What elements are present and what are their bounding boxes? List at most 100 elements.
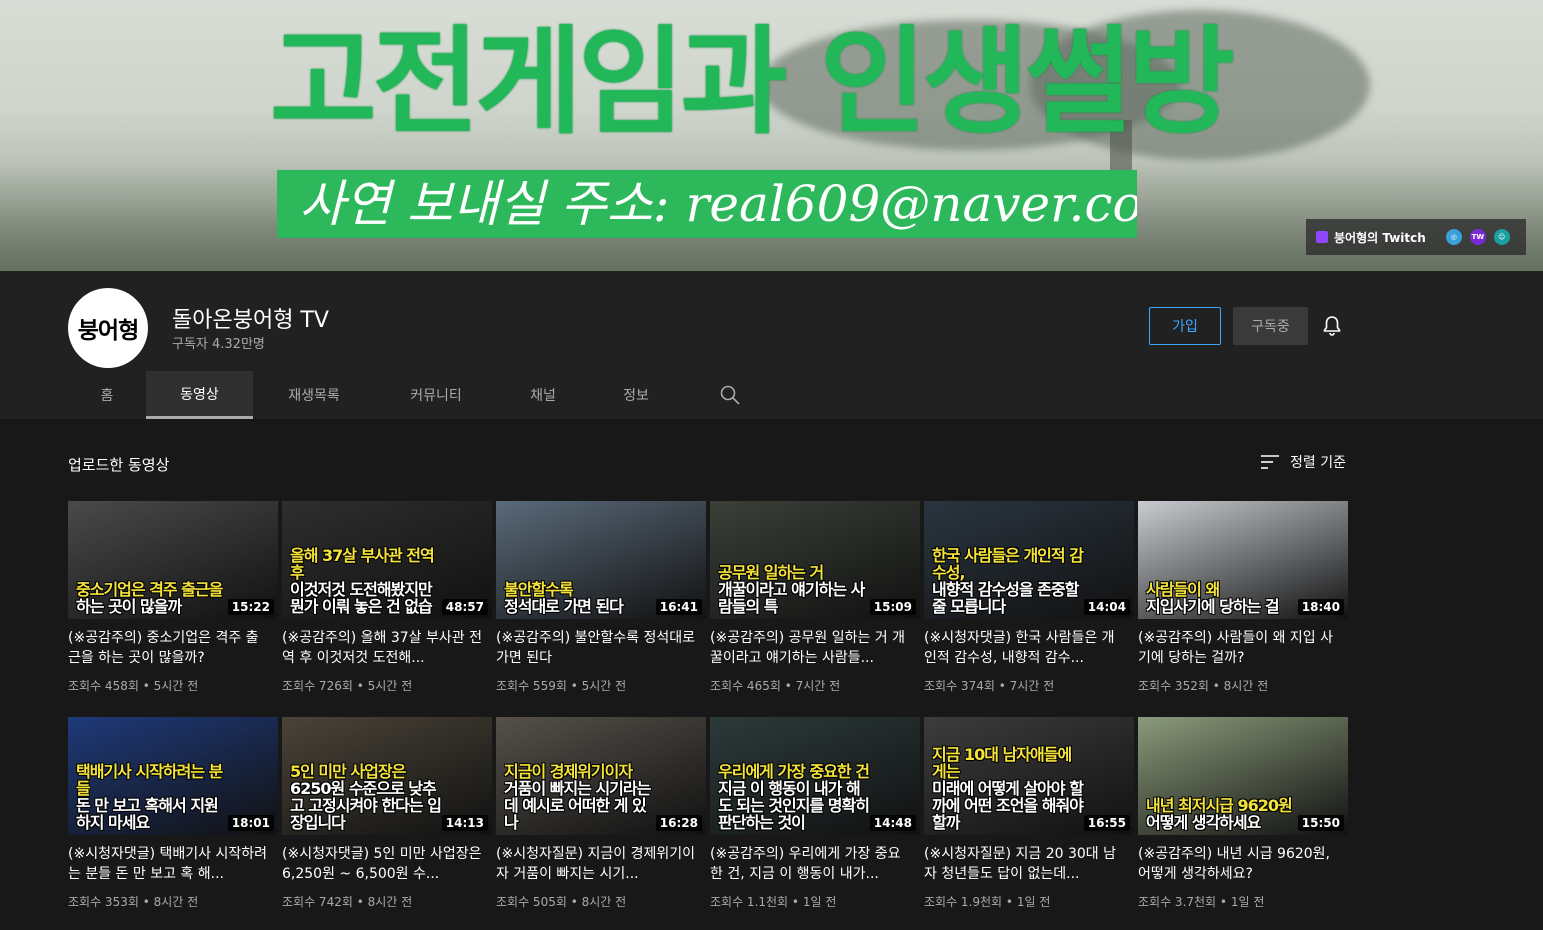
thumbnail-caption: 5인 미만 사업장은 6250원 수준으로 낮추고 고정시켜야 한다는 입장입니다 — [290, 762, 442, 832]
channel-tabs: 홈 동영상 재생목록 커뮤니티 채널 정보 — [68, 371, 740, 419]
video-meta: 조회수 352회 • 8시간 전 — [1138, 679, 1269, 693]
video-thumbnail[interactable]: 지금 10대 남자애들에게는 미래에 어떻게 살아야 할까에 어떤 조언을 해줘야… — [924, 717, 1134, 835]
tab-channels[interactable]: 채널 — [497, 371, 589, 419]
video-card[interactable]: 올해 37살 부사관 전역 후 이것저것 도전해봤지만 뭔가 이뤄 놓은 건 없습… — [282, 501, 492, 717]
video-thumbnail[interactable]: 불안할수록 정석대로 가면 된다 16:41 — [496, 501, 706, 619]
channel-header: 붕어형 돌아온붕어형 TV 구독자 4.32만명 가입 구독중 홈 동영상 재생… — [0, 271, 1543, 419]
channel-name: 돌아온붕어형 TV — [172, 308, 329, 333]
channel-banner: 고전게임과 인생썰방 사연 보내실 주소: real609@naver.com … — [0, 0, 1543, 271]
video-title[interactable]: (※시청자댓글) 한국 사람들은 개인적 감수성, 내향적 감수... — [924, 628, 1134, 668]
video-card[interactable]: 한국 사람들은 개인적 감수성, 내향적 감수성을 존중할 줄 모릅니다 14:0… — [924, 501, 1134, 717]
video-thumbnail[interactable]: 내년 최저시급 9620원 어떻게 생각하세요 15:50 — [1138, 717, 1348, 835]
video-card[interactable]: 공무원 일하는 거 개꿀이라고 얘기하는 사람들의 특 15:09 (※공감주의)… — [710, 501, 920, 717]
video-thumbnail[interactable]: 공무원 일하는 거 개꿀이라고 얘기하는 사람들의 특 15:09 — [710, 501, 920, 619]
video-meta: 조회수 726회 • 5시간 전 — [282, 679, 413, 693]
video-duration: 18:01 — [227, 815, 274, 831]
video-thumbnail[interactable]: 한국 사람들은 개인적 감수성, 내향적 감수성을 존중할 줄 모릅니다 14:0… — [924, 501, 1134, 619]
tw-icon[interactable]: TW — [1469, 229, 1486, 245]
sort-icon — [1261, 455, 1279, 469]
thumbnail-caption: 불안할수록 정석대로 가면 된다 — [504, 580, 624, 616]
video-duration: 16:41 — [655, 599, 702, 615]
thumbnail-caption: 한국 사람들은 개인적 감수성, 내향적 감수성을 존중할 줄 모릅니다 — [932, 546, 1084, 616]
video-title[interactable]: (※공감주의) 공무원 일하는 거 개꿀이라고 얘기하는 사람들... — [710, 628, 920, 668]
thumbnail-caption: 택배기사 시작하려는 분들 돈 만 보고 혹해서 지원하지 마세요 — [76, 762, 223, 832]
tab-videos[interactable]: 동영상 — [146, 371, 253, 419]
video-title[interactable]: (※시청자질문) 지금이 경제위기이자 거품이 빠지는 시기... — [496, 844, 706, 884]
avatar[interactable]: 붕어형 — [68, 288, 148, 368]
video-title[interactable]: (※시청자질문) 지금 20 30대 남자 청년들도 답이 없는데... — [924, 844, 1134, 884]
banner-links: 붕어형의 Twitch ◎ TW ☺ — [1306, 219, 1526, 255]
video-title[interactable]: (※시청자댓글) 5인 미만 사업장은 6,250원 ~ 6,500원 수... — [282, 844, 492, 884]
join-button[interactable]: 가입 — [1149, 307, 1221, 345]
video-duration: 15:09 — [869, 599, 916, 615]
video-meta: 조회수 353회 • 8시간 전 — [68, 895, 199, 909]
banner-title: 고전게임과 인생썰방 — [270, 15, 1235, 150]
video-title[interactable]: (※공감주의) 불안할수록 정석대로 가면 된다 — [496, 628, 706, 668]
video-duration: 14:48 — [869, 815, 916, 831]
video-title[interactable]: (※공감주의) 내년 시급 9620원, 어떻게 생각하세요? — [1138, 844, 1348, 884]
video-meta: 조회수 1.9천회 • 1일 전 — [924, 895, 1051, 909]
video-title[interactable]: (※공감주의) 우리에게 가장 중요한 건, 지금 이 행동이 내가... — [710, 844, 920, 884]
video-thumbnail[interactable]: 택배기사 시작하려는 분들 돈 만 보고 혹해서 지원하지 마세요 18:01 — [68, 717, 278, 835]
video-card[interactable]: 지금이 경제위기이자 거품이 빠지는 시기라는데 예시로 어떠한 게 있나 16:… — [496, 717, 706, 930]
video-card[interactable]: 사람들이 왜 지입사기에 당하는 걸 18:40 (※공감주의) 사람들이 왜 지… — [1138, 501, 1348, 717]
video-duration: 14:13 — [441, 815, 488, 831]
video-thumbnail[interactable]: 중소기업은 격주 출근을 하는 곳이 많을까 15:22 — [68, 501, 278, 619]
video-duration: 14:04 — [1083, 599, 1130, 615]
video-duration: 16:28 — [655, 815, 702, 831]
search-icon[interactable] — [718, 383, 742, 407]
sort-label: 정렬 기준 — [1290, 455, 1346, 471]
video-meta: 조회수 374회 • 7시간 전 — [924, 679, 1055, 693]
video-title[interactable]: (※시청자댓글) 택배기사 시작하려는 분들 돈 만 보고 혹 해... — [68, 844, 278, 884]
video-duration: 15:50 — [1297, 815, 1344, 831]
video-title[interactable]: (※공감주의) 중소기업은 격주 출근을 하는 곳이 많을까? — [68, 628, 278, 668]
video-thumbnail[interactable]: 5인 미만 사업장은 6250원 수준으로 낮추고 고정시켜야 한다는 입장입니다… — [282, 717, 492, 835]
video-card[interactable]: 택배기사 시작하려는 분들 돈 만 보고 혹해서 지원하지 마세요 18:01 (… — [68, 717, 278, 930]
video-grid: 중소기업은 격주 출근을 하는 곳이 많을까 15:22 (※공감주의) 중소기업… — [68, 501, 1350, 930]
sort-button[interactable]: 정렬 기준 — [1260, 452, 1346, 472]
video-meta: 조회수 505회 • 8시간 전 — [496, 895, 627, 909]
thumbnail-caption: 내년 최저시급 9620원 어떻게 생각하세요 — [1146, 796, 1293, 832]
video-card[interactable]: 내년 최저시급 9620원 어떻게 생각하세요 15:50 (※공감주의) 내년 … — [1138, 717, 1348, 930]
video-meta: 조회수 458회 • 5시간 전 — [68, 679, 199, 693]
video-card[interactable]: 중소기업은 격주 출근을 하는 곳이 많을까 15:22 (※공감주의) 중소기업… — [68, 501, 278, 717]
video-meta: 조회수 3.7천회 • 1일 전 — [1138, 895, 1265, 909]
discord-icon[interactable]: ☺ — [1493, 229, 1510, 245]
video-duration: 16:55 — [1083, 815, 1130, 831]
thumbnail-caption: 우리에게 가장 중요한 건 지금 이 행동이 내가 해도 되는 것인지를 명확히 … — [718, 762, 870, 832]
tab-home[interactable]: 홈 — [68, 371, 146, 419]
notification-bell-icon[interactable] — [1320, 314, 1344, 338]
subscribed-button[interactable]: 구독중 — [1233, 307, 1308, 345]
video-card[interactable]: 불안할수록 정석대로 가면 된다 16:41 (※공감주의) 불안할수록 정석대로… — [496, 501, 706, 717]
subscriber-count: 구독자 4.32만명 — [172, 337, 265, 352]
tab-playlists[interactable]: 재생목록 — [253, 371, 375, 419]
video-title[interactable]: (※공감주의) 올해 37살 부사관 전역 후 이것저것 도전해... — [282, 628, 492, 668]
video-thumbnail[interactable]: 우리에게 가장 중요한 건 지금 이 행동이 내가 해도 되는 것인지를 명확히 … — [710, 717, 920, 835]
video-card[interactable]: 지금 10대 남자애들에게는 미래에 어떻게 살아야 할까에 어떤 조언을 해줘야… — [924, 717, 1134, 930]
twitch-link-label: 붕어형의 Twitch — [1334, 230, 1426, 245]
tab-community[interactable]: 커뮤니티 — [375, 371, 497, 419]
thumbnail-caption: 사람들이 왜 지입사기에 당하는 걸 — [1146, 580, 1280, 616]
video-meta: 조회수 559회 • 5시간 전 — [496, 679, 627, 693]
video-thumbnail[interactable]: 지금이 경제위기이자 거품이 빠지는 시기라는데 예시로 어떠한 게 있나 16:… — [496, 717, 706, 835]
banner-email: 사연 보내실 주소: real609@naver.com — [277, 170, 1137, 238]
video-meta: 조회수 1.1천회 • 1일 전 — [710, 895, 837, 909]
video-title[interactable]: (※공감주의) 사람들이 왜 지입 사기에 당하는 걸까? — [1138, 628, 1348, 668]
twitch-icon — [1316, 231, 1328, 243]
video-duration: 15:22 — [227, 599, 274, 615]
video-meta: 조회수 742회 • 8시간 전 — [282, 895, 413, 909]
section-title: 업로드한 동영상 — [68, 456, 170, 474]
thumbnail-caption: 중소기업은 격주 출근을 하는 곳이 많을까 — [76, 580, 223, 616]
video-card[interactable]: 5인 미만 사업장은 6250원 수준으로 낮추고 고정시켜야 한다는 입장입니다… — [282, 717, 492, 930]
twitch-link[interactable]: 붕어형의 Twitch — [1316, 229, 1426, 246]
tab-about[interactable]: 정보 — [589, 371, 683, 419]
video-duration: 48:57 — [441, 599, 488, 615]
web-icon[interactable]: ◎ — [1445, 229, 1462, 245]
thumbnail-caption: 지금이 경제위기이자 거품이 빠지는 시기라는데 예시로 어떠한 게 있나 — [504, 762, 651, 832]
thumbnail-caption: 지금 10대 남자애들에게는 미래에 어떻게 살아야 할까에 어떤 조언을 해줘야… — [932, 745, 1084, 832]
video-meta: 조회수 465회 • 7시간 전 — [710, 679, 841, 693]
thumbnail-caption: 올해 37살 부사관 전역 후 이것저것 도전해봤지만 뭔가 이뤄 놓은 건 없습 — [290, 546, 435, 616]
video-thumbnail[interactable]: 사람들이 왜 지입사기에 당하는 걸 18:40 — [1138, 501, 1348, 619]
video-card[interactable]: 우리에게 가장 중요한 건 지금 이 행동이 내가 해도 되는 것인지를 명확히 … — [710, 717, 920, 930]
video-thumbnail[interactable]: 올해 37살 부사관 전역 후 이것저것 도전해봤지만 뭔가 이뤄 놓은 건 없습… — [282, 501, 492, 619]
